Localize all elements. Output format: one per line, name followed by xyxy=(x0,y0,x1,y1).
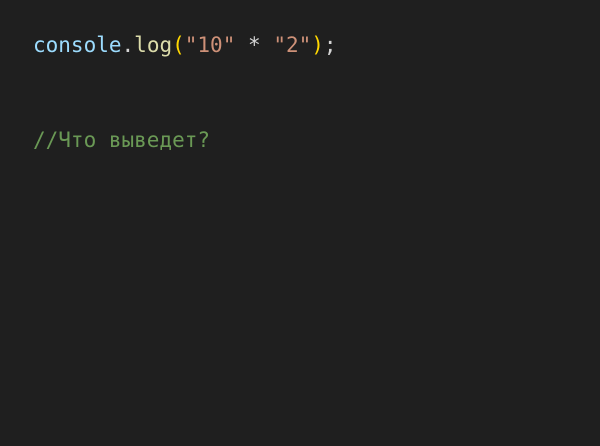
code-editor[interactable]: console. log("10" * "2"); //Что выведет? xyxy=(0,0,600,446)
multiply-operator-token: * xyxy=(248,33,261,57)
string-2-token: "2" xyxy=(273,33,312,57)
code-line-2[interactable]: //Что выведет? xyxy=(33,126,210,154)
open-paren-token: ( xyxy=(172,33,185,57)
code-line-1[interactable]: console. log("10" * "2"); xyxy=(33,31,337,59)
comment-token: //Что выведет? xyxy=(33,128,211,152)
dot-token: . xyxy=(121,33,135,57)
close-paren-token: ) xyxy=(311,33,324,57)
console-token: console xyxy=(33,33,122,57)
semicolon-token: ; xyxy=(323,33,337,57)
log-method-token: log xyxy=(134,33,173,57)
string-10-token: "10" xyxy=(184,33,236,57)
